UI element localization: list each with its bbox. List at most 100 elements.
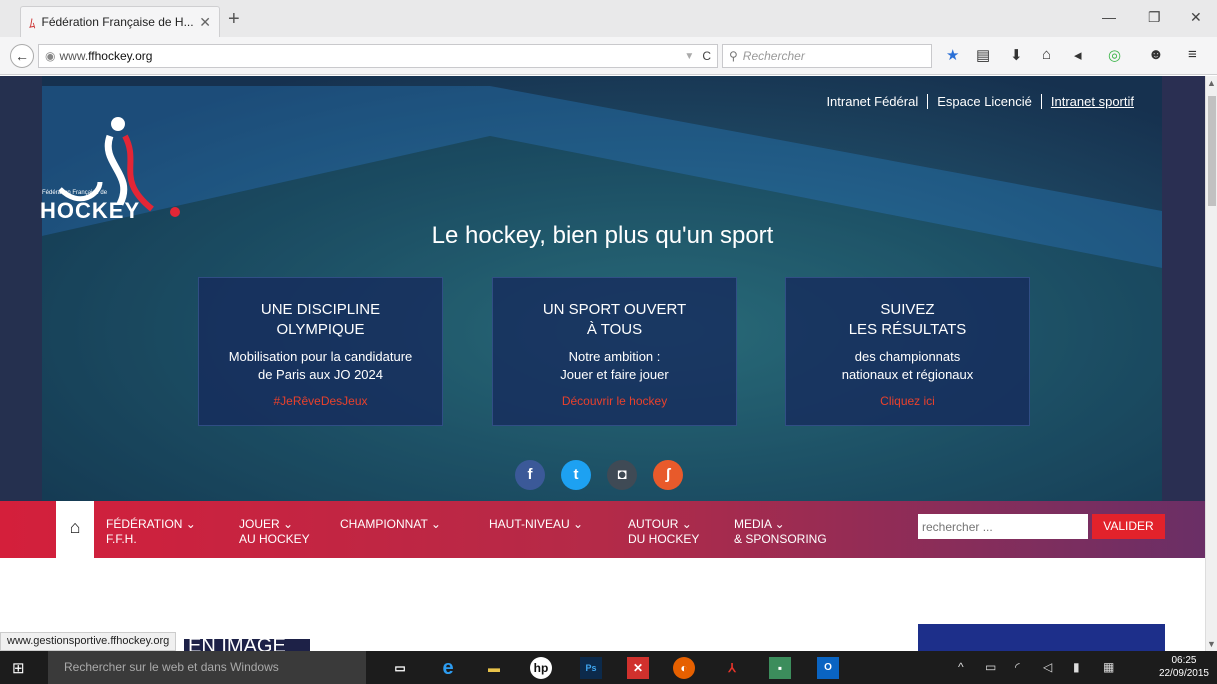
outlook-icon[interactable]: O <box>817 657 839 679</box>
card-desc-line1: Mobilisation pour la candidature <box>228 349 413 364</box>
menu-sublabel: AU HOCKEY <box>239 532 310 546</box>
site-search-input[interactable] <box>918 514 1088 539</box>
scroll-thumb[interactable] <box>1208 96 1216 206</box>
home-icon[interactable]: ⌂ <box>1042 46 1051 63</box>
app-green-icon[interactable]: ▪ <box>769 657 791 679</box>
tab-close-icon[interactable]: ✕ <box>199 14 211 31</box>
edge-icon[interactable]: e <box>437 657 459 679</box>
rss-icon[interactable]: ʃ <box>653 460 683 490</box>
battery-icon[interactable]: ▭ <box>985 660 996 674</box>
section-heading-en-image: EN IMAGE <box>184 639 310 651</box>
menu-haut-niveau[interactable]: HAUT-NIVEAU ⌄ <box>489 517 583 532</box>
bookmark-star-icon[interactable]: ★ <box>946 46 959 64</box>
card-heading-line2: LES RÉSULTATS <box>848 321 967 338</box>
search-icon: ⚲ <box>729 49 738 63</box>
card-description: des championnats nationaux et régionaux <box>786 348 1029 384</box>
download-icon[interactable]: ⬇ <box>1010 46 1023 64</box>
menu-media[interactable]: MEDIA ⌄ & SPONSORING <box>734 517 827 547</box>
card-link[interactable]: Cliquez ici <box>786 394 1029 408</box>
task-view-icon[interactable]: ▭ <box>389 657 411 679</box>
intranet-sportif-link[interactable]: Intranet sportif <box>1040 94 1143 109</box>
intranet-federal-link[interactable]: Intranet Fédéral <box>817 94 927 109</box>
taskbar-search[interactable]: Rechercher sur le web et dans Windows <box>48 651 366 684</box>
card-desc-line2: Jouer et faire jouer <box>560 367 669 382</box>
page-scrollbar[interactable]: ▲ ▼ <box>1205 76 1217 651</box>
browser-search-box[interactable]: ⚲ Rechercher <box>722 44 932 68</box>
keyboard-icon[interactable]: ▦ <box>1103 660 1114 674</box>
volume-icon[interactable]: ◁ <box>1043 660 1052 674</box>
menu-jouer[interactable]: JOUER ⌄ AU HOCKEY <box>239 517 310 547</box>
card-resultats[interactable]: SUIVEZ LES RÉSULTATS des championnats nati… <box>785 277 1030 426</box>
menu-icon[interactable]: ≡ <box>1188 46 1197 63</box>
card-description: Mobilisation pour la candidature de Paris… <box>199 348 442 384</box>
url-dropdown-icon[interactable]: ▼ <box>684 51 694 62</box>
url-prefix: www. <box>59 49 89 63</box>
home-menu-icon[interactable]: ⌂ <box>56 501 94 558</box>
menu-sublabel: DU HOCKEY <box>628 532 700 546</box>
card-heading-line1: UNE DISCIPLINE <box>260 301 381 318</box>
instagram-icon[interactable]: ◘ <box>607 460 637 490</box>
browser-tab-bar: ﾑ Fédération Française de H... ✕ + — ❐ ✕ <box>0 0 1217 37</box>
card-olympique[interactable]: UNE DISCIPLINE OLYMPIQUE Mobilisation pou… <box>198 277 443 426</box>
windows-taskbar: ⊞ Rechercher sur le web et dans Windows … <box>0 651 1217 684</box>
top-links: Intranet Fédéral Espace Licencié Intrane… <box>817 94 1143 109</box>
card-heading-line1: UN SPORT OUVERT <box>542 301 687 318</box>
app-x-icon[interactable]: ✕ <box>627 657 649 679</box>
menu-label: CHAMPIONNAT ⌄ <box>340 517 441 531</box>
windows-start-icon[interactable]: ⊞ <box>12 659 25 677</box>
card-heading-line2: À TOUS <box>586 321 643 338</box>
new-tab-button[interactable]: + <box>228 8 240 31</box>
wifi-icon[interactable]: ◜ <box>1015 660 1020 674</box>
card-desc-line2: nationaux et régionaux <box>841 367 974 382</box>
scroll-up-icon[interactable]: ▲ <box>1207 78 1216 88</box>
menu-label: MEDIA ⌄ <box>734 517 785 531</box>
clock-date: 22/09/2015 <box>1158 668 1209 679</box>
chat-icon[interactable]: ☻ <box>1148 46 1164 63</box>
taskbar-clock[interactable]: 06:25 22/09/2015 <box>1159 654 1209 680</box>
card-link[interactable]: #JeRêveDesJeux <box>199 394 442 408</box>
menu-label: AUTOUR ⌄ <box>628 517 692 531</box>
notification-icon[interactable]: ▮ <box>1073 660 1080 674</box>
card-link[interactable]: Découvrir le hockey <box>493 394 736 408</box>
menu-championnat[interactable]: CHAMPIONNAT ⌄ <box>340 517 441 532</box>
extension-icon[interactable]: ◎ <box>1108 46 1121 64</box>
tray-expand-icon[interactable]: ^ <box>958 660 964 674</box>
acrobat-icon[interactable]: ⅄ <box>721 657 743 679</box>
card-heading: SUIVEZ LES RÉSULTATS <box>786 300 1029 340</box>
file-explorer-icon[interactable]: ▬ <box>483 657 505 679</box>
address-bar[interactable]: ◉ www.ffhockey.org ▼ C <box>38 44 718 68</box>
minimize-button[interactable]: — <box>1102 9 1116 25</box>
blue-promo-block[interactable] <box>918 624 1165 651</box>
hero-right-strip <box>1162 76 1205 501</box>
facebook-icon[interactable]: f <box>515 460 545 490</box>
globe-icon: ◉ <box>45 49 56 63</box>
card-heading: UNE DISCIPLINE OLYMPIQUE <box>199 300 442 340</box>
firefox-icon[interactable]: ◐ <box>673 657 695 679</box>
card-desc-line1: Notre ambition : <box>568 349 661 364</box>
reading-list-icon[interactable]: ▤ <box>976 46 990 64</box>
send-icon[interactable]: ◂ <box>1074 46 1082 64</box>
photoshop-icon[interactable]: Ps <box>580 657 602 679</box>
scroll-down-icon[interactable]: ▼ <box>1207 639 1216 649</box>
url-domain: ffhockey.org <box>88 49 153 63</box>
menu-federation[interactable]: FÉDÉRATION ⌄ F.F.H. <box>106 517 196 547</box>
restore-button[interactable]: ❐ <box>1148 9 1161 26</box>
close-window-button[interactable]: ✕ <box>1190 9 1202 26</box>
reload-icon[interactable]: C <box>702 49 711 63</box>
back-arrow-icon[interactable]: ← <box>10 44 34 68</box>
hp-icon[interactable]: hp <box>530 657 552 679</box>
card-description: Notre ambition : Jouer et faire jouer <box>493 348 736 384</box>
menu-autour[interactable]: AUTOUR ⌄ DU HOCKEY <box>628 517 699 547</box>
browser-nav-bar: ← ◉ www.ffhockey.org ▼ C ⚲ Rechercher <box>0 37 1217 75</box>
espace-licencie-link[interactable]: Espace Licencié <box>927 94 1041 109</box>
card-heading: UN SPORT OUVERT À TOUS <box>493 300 736 340</box>
twitter-icon[interactable]: t <box>561 460 591 490</box>
hero-left-strip <box>0 76 42 501</box>
card-desc-line1: des championnats <box>854 349 961 364</box>
valider-button[interactable]: VALIDER <box>1092 514 1165 539</box>
ffh-logo[interactable]: Fédération Française de HOCKEY <box>40 94 190 224</box>
url-text: www.ffhockey.org <box>59 49 684 63</box>
menu-label: FÉDÉRATION ⌄ <box>106 517 196 531</box>
card-sport-ouvert[interactable]: UN SPORT OUVERT À TOUS Notre ambition : Jo… <box>492 277 737 426</box>
browser-tab[interactable]: ﾑ Fédération Française de H... ✕ <box>20 6 220 37</box>
